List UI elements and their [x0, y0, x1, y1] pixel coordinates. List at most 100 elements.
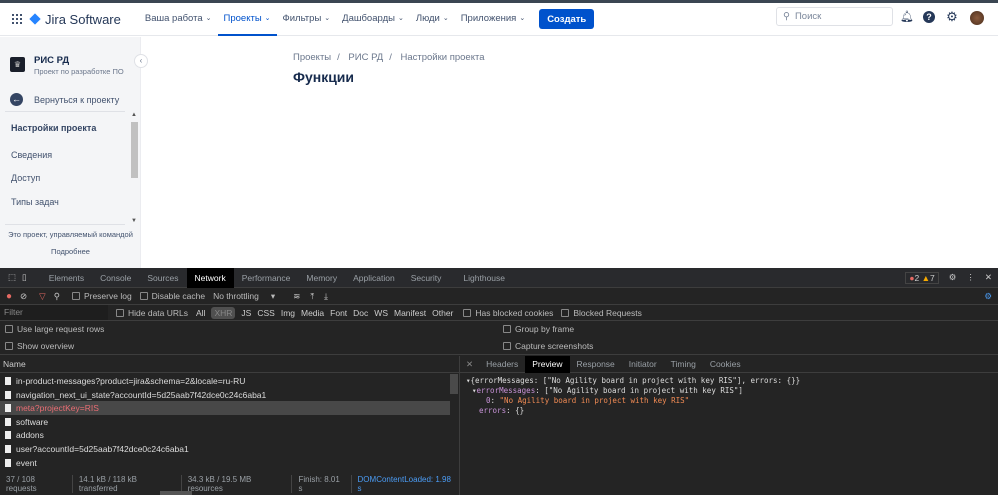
hide-data-urls-checkbox[interactable]: Hide data URLs [116, 308, 188, 318]
blocked-requests-checkbox[interactable]: Blocked Requests [561, 308, 642, 318]
jira-diamond-icon [29, 13, 41, 25]
sidebar-scrollbar[interactable]: ▲ ▼ [130, 112, 139, 224]
filter-ws[interactable]: WS [374, 308, 388, 318]
filter-manifest[interactable]: Manifest [394, 308, 426, 318]
menu-dashboards[interactable]: Дашбоарды ⌄ [336, 3, 410, 36]
upload-icon[interactable]: ⤒ [310, 291, 314, 302]
breadcrumb-project[interactable]: РИС РД [348, 52, 383, 63]
settings-icon[interactable]: ⚙ [949, 272, 957, 283]
jira-logo[interactable]: Jira Software [29, 12, 121, 27]
preview-root[interactable]: ▾{errorMessages: ["No Agility board in p… [466, 376, 800, 385]
collapse-sidebar-button[interactable]: ‹ [134, 54, 148, 68]
filter-other[interactable]: Other [432, 308, 453, 318]
tab-cookies[interactable]: Cookies [703, 356, 748, 373]
tab-headers[interactable]: Headers [479, 356, 525, 373]
device-toggle-icon[interactable]: ▯ [22, 272, 27, 283]
more-icon[interactable]: ⋮ [966, 272, 975, 283]
request-row[interactable]: in-product-messages?product=jira&schema=… [0, 374, 450, 388]
tab-memory[interactable]: Memory [298, 268, 345, 288]
throttling-select[interactable]: No throttling ▾ [213, 291, 275, 302]
chevron-down-icon: ⌄ [442, 15, 449, 22]
tab-sources[interactable]: Sources [139, 268, 186, 288]
search-input[interactable]: ⚲ Поиск [776, 7, 893, 26]
menu-apps[interactable]: Приложения ⌄ [455, 3, 531, 36]
tab-application[interactable]: Application [345, 268, 403, 288]
group-by-frame-checkbox[interactable]: Group by frame [503, 324, 574, 334]
filter-icon[interactable]: ▽ [39, 291, 46, 302]
sidebar-item-issue-types[interactable]: Типы задач [11, 197, 59, 207]
filter-doc[interactable]: Doc [353, 308, 368, 318]
filter-js[interactable]: JS [241, 308, 251, 318]
request-row[interactable]: software [0, 415, 450, 429]
show-overview-checkbox[interactable]: Show overview [5, 341, 74, 351]
create-button[interactable]: Создать [539, 9, 595, 29]
tab-timing[interactable]: Timing [664, 356, 703, 373]
network-conditions-icon[interactable]: ≋ [293, 291, 300, 302]
app-switcher-icon[interactable] [12, 14, 22, 24]
sidebar-item-access[interactable]: Доступ [11, 173, 40, 183]
project-subtitle: Проект по разработке ПО [34, 67, 124, 76]
status-bar: 37 / 108 requests 14.1 kB / 118 kB transf… [0, 474, 460, 493]
back-to-project-link[interactable]: ← Вернуться к проекту [10, 93, 119, 106]
name-column-header[interactable]: Name [0, 356, 460, 373]
disable-cache-checkbox[interactable]: Disable cache [139, 291, 205, 301]
sidebar: ♛ РИС РД Проект по разработке ПО ← Вернут… [0, 37, 141, 268]
issues-badge[interactable]: ●2 ▲7 [905, 271, 939, 284]
inspect-icon[interactable]: ⬚ [8, 272, 16, 283]
request-row[interactable]: navigation_next_ui_state?accountId=5d25a… [0, 388, 450, 402]
chevron-down-icon: ⌄ [519, 15, 526, 22]
capture-screenshots-checkbox[interactable]: Capture screenshots [503, 341, 593, 351]
filter-img[interactable]: Img [281, 308, 295, 318]
download-icon[interactable]: ⤓ [324, 291, 328, 302]
record-icon[interactable]: ● [6, 291, 12, 302]
preserve-log-checkbox[interactable]: Preserve log [71, 291, 132, 301]
filter-input[interactable]: Filter [0, 305, 108, 320]
tab-elements[interactable]: Elements [41, 268, 92, 288]
learn-more-link[interactable]: Подробнее [0, 247, 141, 256]
preview-error-messages[interactable]: ▾errorMessages: ["No Agility board in pr… [472, 386, 743, 395]
tab-console[interactable]: Console [92, 268, 139, 288]
menu-projects[interactable]: Проекты ⌄ [217, 3, 277, 36]
filter-font[interactable]: Font [330, 308, 347, 318]
tab-network[interactable]: Network [186, 267, 234, 288]
search-icon[interactable]: ⚲ [54, 291, 60, 302]
menu-filters[interactable]: Фильтры ⌄ [277, 3, 337, 36]
menu-your-work[interactable]: Ваша работа ⌄ [139, 3, 218, 36]
large-rows-checkbox[interactable]: Use large request rows [5, 324, 104, 334]
filter-all[interactable]: All [196, 308, 205, 318]
breadcrumb-settings[interactable]: Настройки проекта [401, 52, 485, 63]
horizontal-scrollbar[interactable] [160, 491, 192, 495]
gear-icon[interactable]: ⚙ [946, 10, 958, 23]
arrow-left-icon: ← [10, 93, 23, 106]
filter-css[interactable]: CSS [257, 308, 274, 318]
request-row-selected[interactable]: meta?projectKey=RIS [0, 401, 450, 415]
request-row[interactable]: event [0, 456, 450, 470]
sidebar-item-details[interactable]: Сведения [11, 150, 52, 160]
preview-item: 0: "No Agility board in project with key… [486, 396, 690, 405]
clear-icon[interactable]: ⊘ [20, 291, 27, 302]
network-settings-icon[interactable]: ⚙ [984, 291, 992, 302]
close-icon[interactable]: ✕ [985, 272, 992, 283]
close-details-icon[interactable]: ✕ [466, 359, 473, 370]
tab-performance[interactable]: Performance [234, 268, 299, 288]
tab-preview[interactable]: Preview [525, 355, 570, 373]
tab-initiator[interactable]: Initiator [622, 356, 664, 373]
tab-security[interactable]: Security [403, 268, 450, 288]
tab-lighthouse[interactable]: Lighthouse [455, 268, 513, 288]
filter-media[interactable]: Media [301, 308, 324, 318]
request-list-scrollbar[interactable] [450, 374, 458, 394]
tab-response[interactable]: Response [570, 356, 622, 373]
devtools-tabs: ⬚ ▯ Elements Console Sources Network Per… [0, 267, 998, 288]
chevron-down-icon: ⌄ [397, 15, 404, 22]
help-icon[interactable]: ? [923, 11, 935, 23]
has-blocked-cookies-checkbox[interactable]: Has blocked cookies [463, 308, 553, 318]
breadcrumb: Проекты / РИС РД / Настройки проекта [293, 52, 485, 63]
team-managed-note: Это проект, управляемый командой [8, 230, 133, 239]
menu-people[interactable]: Люди ⌄ [410, 3, 455, 36]
breadcrumb-projects[interactable]: Проекты [293, 52, 331, 63]
avatar[interactable] [970, 11, 984, 25]
request-row[interactable]: addons [0, 428, 450, 442]
notifications-icon[interactable]: 🔔︎ [900, 11, 914, 23]
filter-xhr[interactable]: XHR [211, 306, 236, 319]
request-row[interactable]: user?accountId=5d25aab7f42dce0c24c6aba1 [0, 442, 450, 456]
